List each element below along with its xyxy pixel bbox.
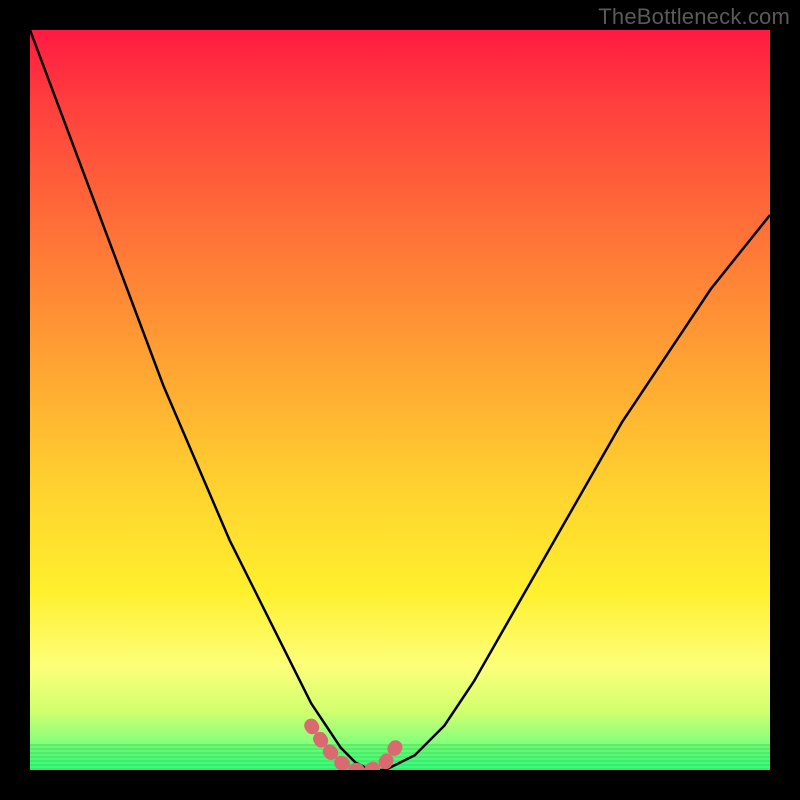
- bottleneck-curve: [30, 30, 770, 770]
- minimum-highlight: [311, 726, 400, 770]
- chart-frame: TheBottleneck.com: [0, 0, 800, 800]
- plot-area: [30, 30, 770, 770]
- curve-svg: [30, 30, 770, 770]
- watermark-text: TheBottleneck.com: [598, 4, 790, 30]
